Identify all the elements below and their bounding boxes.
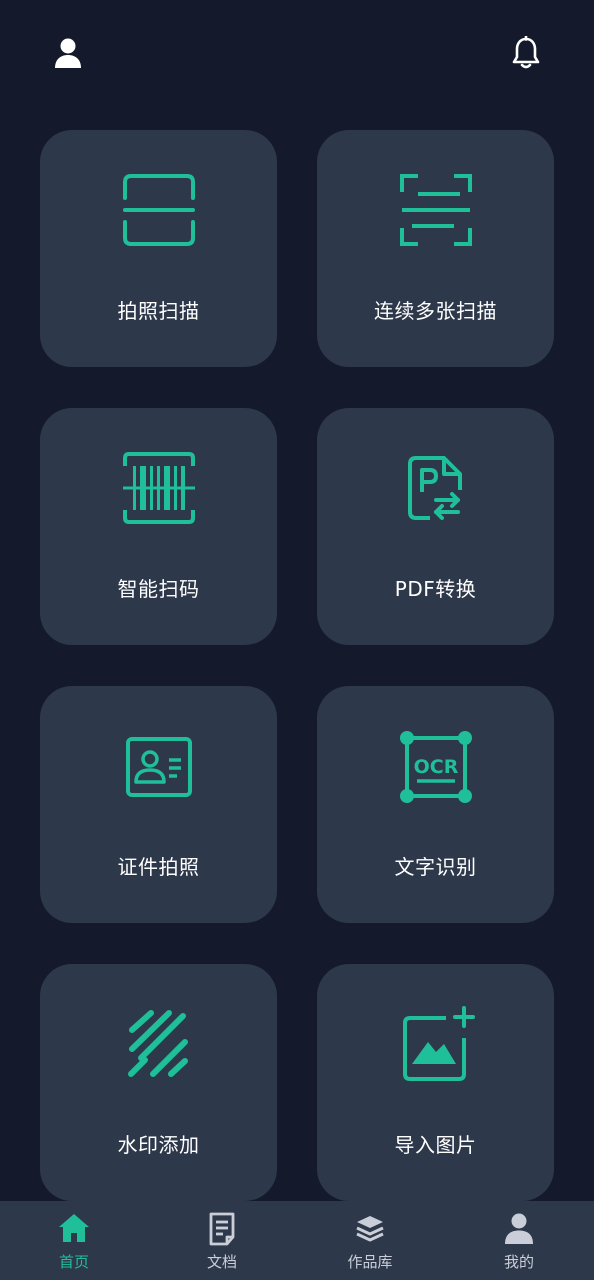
bottom-tab-bar: 首页 文档 作品库 我的 bbox=[0, 1201, 594, 1280]
svg-text:OCR: OCR bbox=[413, 756, 458, 778]
feature-label: 导入图片 bbox=[394, 1133, 477, 1157]
tab-label: 首页 bbox=[58, 1253, 89, 1271]
user-icon[interactable] bbox=[51, 36, 85, 70]
home-icon bbox=[59, 1214, 89, 1242]
feature-card-id-photo[interactable]: 证件拍照 bbox=[40, 686, 277, 923]
feature-card-pdf-convert[interactable]: PDF转换 bbox=[317, 408, 554, 645]
multi-scan-icon bbox=[399, 174, 472, 246]
import-image-icon bbox=[402, 1006, 475, 1081]
profile-icon bbox=[505, 1213, 533, 1244]
feature-card-ocr[interactable]: OCR 文字识别 bbox=[317, 686, 554, 923]
feature-card-watermark[interactable]: 水印添加 bbox=[40, 964, 277, 1201]
tab-documents[interactable]: 文档 bbox=[162, 1201, 282, 1280]
barcode-scan-icon bbox=[122, 452, 195, 524]
feature-card-multi-scan[interactable]: 连续多张扫描 bbox=[317, 130, 554, 367]
feature-card-import-image[interactable]: 导入图片 bbox=[317, 964, 554, 1201]
tab-label: 文档 bbox=[206, 1253, 237, 1271]
feature-card-barcode-scan[interactable]: 智能扫码 bbox=[40, 408, 277, 645]
feature-label: PDF转换 bbox=[394, 577, 477, 601]
bell-icon[interactable] bbox=[509, 36, 543, 70]
ocr-icon: OCR bbox=[399, 731, 472, 803]
feature-label: 文字识别 bbox=[394, 855, 477, 879]
top-bar bbox=[0, 0, 594, 110]
feature-label: 水印添加 bbox=[117, 1133, 200, 1157]
tab-home[interactable]: 首页 bbox=[14, 1201, 134, 1280]
document-icon bbox=[209, 1212, 235, 1246]
layers-icon bbox=[356, 1216, 384, 1242]
feature-card-photo-scan[interactable]: 拍照扫描 bbox=[40, 130, 277, 367]
id-card-icon bbox=[125, 737, 192, 797]
feature-label: 证件拍照 bbox=[117, 855, 200, 879]
feature-label: 拍照扫描 bbox=[117, 299, 200, 323]
scan-frame-icon bbox=[122, 174, 195, 246]
tab-label: 我的 bbox=[503, 1253, 534, 1271]
tab-label: 作品库 bbox=[347, 1253, 393, 1271]
watermark-icon bbox=[127, 1010, 188, 1077]
feature-label: 智能扫码 bbox=[117, 577, 200, 601]
tab-mine[interactable]: 我的 bbox=[459, 1201, 579, 1280]
tab-gallery[interactable]: 作品库 bbox=[310, 1201, 430, 1280]
pdf-convert-icon bbox=[407, 456, 462, 520]
feature-label: 连续多张扫描 bbox=[374, 299, 497, 323]
